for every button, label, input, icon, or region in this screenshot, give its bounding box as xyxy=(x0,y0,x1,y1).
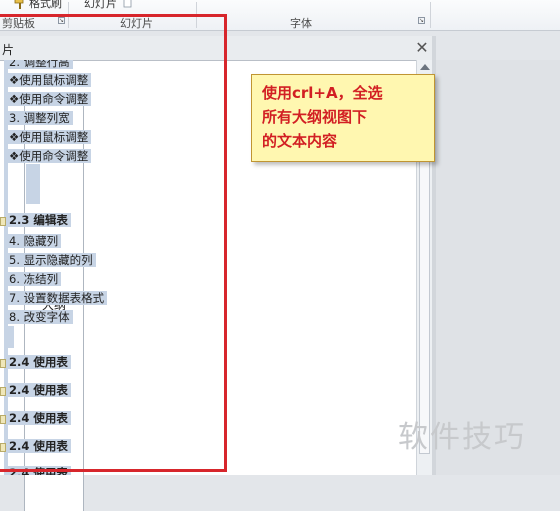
format-painter-icon xyxy=(14,0,26,9)
callout-line-1: 使用crl+A，全选 xyxy=(262,84,383,102)
watermark: 软件技巧 xyxy=(398,420,526,455)
font-group-label: 字体 xyxy=(290,17,312,30)
new-slide-button[interactable]: 幻灯片 xyxy=(84,0,117,10)
reset-button[interactable] xyxy=(122,0,134,10)
new-slide-label: 幻灯片 xyxy=(84,0,117,10)
scroll-up-icon[interactable] xyxy=(420,64,430,70)
format-painter-label: 格式刷 xyxy=(29,0,62,10)
annotation-highlight-box xyxy=(0,14,227,472)
callout-line-3: 的文本内容 xyxy=(262,132,338,150)
format-painter-button[interactable]: 格式刷 xyxy=(14,0,62,10)
callout-line-2: 所有大纲视图下 xyxy=(262,108,368,126)
ribbon-separator xyxy=(430,2,431,28)
annotation-callout: 使用crl+A，全选 所有大纲视图下 的文本内容 xyxy=(251,74,435,162)
font-launcher-icon[interactable]: ↘ xyxy=(418,17,425,24)
reset-icon xyxy=(122,0,134,9)
close-pane-icon[interactable]: ✕ xyxy=(412,38,432,58)
